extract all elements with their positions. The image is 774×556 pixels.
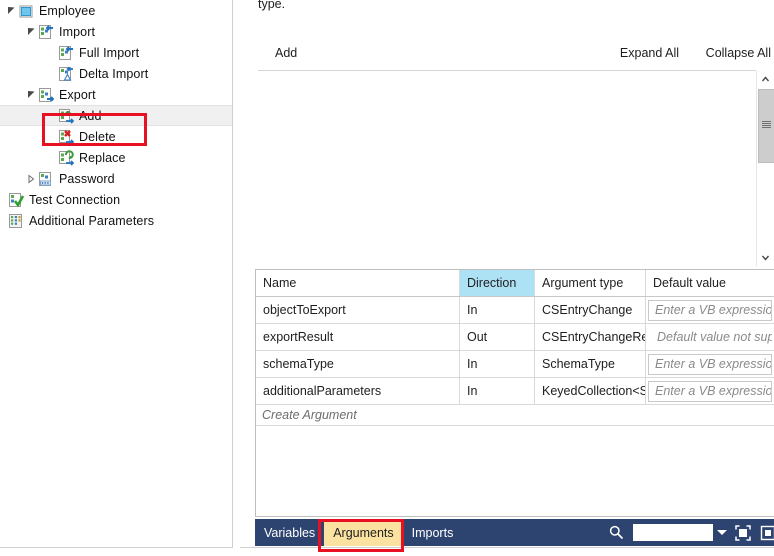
scroll-down-icon[interactable] [757, 249, 774, 266]
argument-name[interactable]: objectToExport [256, 297, 460, 323]
create-argument-row[interactable]: Create Argument [256, 405, 774, 426]
argument-name[interactable]: additionalParameters [256, 378, 460, 404]
argument-default-cell: Default value not suppor [646, 324, 774, 350]
argument-type[interactable]: KeyedCollection<S [535, 378, 646, 404]
argument-name[interactable]: exportResult [256, 324, 460, 350]
tree-item-label: Employee [39, 3, 96, 18]
tab-imports[interactable]: Imports [403, 519, 463, 546]
tab-arguments[interactable]: Arguments [324, 519, 403, 546]
full-import-icon [58, 45, 74, 61]
designer-bottom-tabbar[interactable]: Variables Arguments Imports [255, 519, 774, 546]
tree-item-import[interactable]: Import [0, 21, 232, 42]
argument-type[interactable]: CSEntryChange [535, 297, 646, 323]
default-value-input[interactable]: Enter a VB expression [648, 353, 772, 375]
add-link[interactable]: Add [275, 46, 297, 60]
column-header-argument-type[interactable]: Argument type [535, 270, 646, 296]
column-header-name[interactable]: Name [256, 270, 460, 296]
tree-item-delta-import[interactable]: Delta Import [0, 63, 232, 84]
tree-item-label: Import [59, 24, 96, 39]
tree-item-password[interactable]: Password [0, 168, 232, 189]
test-connection-icon [8, 192, 25, 208]
export-add-icon [58, 108, 75, 124]
tree-item-label: Password [59, 171, 115, 186]
argument-default-cell[interactable]: Enter a VB expression [646, 378, 774, 404]
tree-item-additional-parameters[interactable]: Additional Parameters [0, 210, 232, 231]
tree-item-export-add[interactable]: Add [0, 105, 232, 126]
column-header-default-value[interactable]: Default value [646, 270, 774, 296]
search-icon[interactable] [608, 524, 625, 541]
table-row[interactable]: objectToExport In CSEntryChange Enter a … [256, 297, 774, 324]
default-value-input[interactable]: Enter a VB expression [648, 380, 772, 402]
tree-item-label: Delete [79, 129, 116, 144]
arguments-grid[interactable]: Name Direction Argument type Default val… [255, 269, 774, 517]
grid-empty-space [256, 426, 774, 516]
tree-item-label: Delta Import [79, 66, 149, 81]
designer-toolbar: Add Expand All Collapse All [255, 46, 774, 70]
additional-params-icon [8, 213, 24, 229]
tree-item-test-connection[interactable]: Test Connection [0, 189, 232, 210]
export-icon [38, 87, 55, 103]
expander-collapsed-icon[interactable] [24, 168, 38, 189]
grid-header-row: Name Direction Argument type Default val… [256, 270, 774, 297]
description-text: type. [258, 0, 286, 11]
tree-item-employee[interactable]: Employee [0, 0, 232, 21]
tree-item-label: Add [79, 108, 102, 123]
table-row[interactable]: exportResult Out CSEntryChangeRes Defaul… [256, 324, 774, 351]
tree-item-export-replace[interactable]: Replace [0, 147, 232, 168]
argument-default-cell[interactable]: Enter a VB expression [646, 351, 774, 377]
object-square-icon [18, 3, 34, 19]
tree-item-label: Full Import [79, 45, 140, 60]
canvas-vertical-scrollbar[interactable] [756, 71, 774, 266]
tree-item-label: Additional Parameters [29, 213, 155, 228]
scrollbar-grip-icon [762, 121, 771, 128]
scrollbar-thumb[interactable] [758, 89, 774, 163]
tab-variables[interactable]: Variables [255, 519, 324, 546]
export-replace-icon [58, 149, 75, 166]
tree-item-label: Export [59, 87, 96, 102]
chevron-down-icon[interactable] [717, 530, 727, 535]
tree-item-full-import[interactable]: Full Import [0, 42, 232, 63]
expand-view-button[interactable] [734, 524, 752, 542]
tree-item-export[interactable]: Export [0, 84, 232, 105]
password-icon [38, 171, 54, 187]
expand-all-link[interactable]: Expand All [620, 46, 679, 60]
expander-expanded-icon[interactable] [24, 84, 38, 105]
workflow-tree-panel[interactable]: Employee Import Full Import Delta Import… [0, 0, 233, 548]
expander-expanded-icon[interactable] [24, 21, 38, 42]
search-input[interactable] [633, 524, 713, 541]
argument-type[interactable]: SchemaType [535, 351, 646, 377]
argument-type[interactable]: CSEntryChangeRes [535, 324, 646, 350]
default-value-input[interactable]: Enter a VB expression [648, 299, 772, 321]
export-delete-icon [58, 129, 75, 145]
window-bottom-strip [0, 548, 774, 556]
argument-direction[interactable]: In [460, 297, 535, 323]
workflow-canvas[interactable] [240, 71, 774, 266]
argument-name[interactable]: schemaType [256, 351, 460, 377]
collapse-all-link[interactable]: Collapse All [706, 46, 771, 60]
argument-direction[interactable]: In [460, 378, 535, 404]
import-icon [38, 24, 54, 40]
default-value-unsupported-text: Default value not suppor [651, 326, 772, 348]
argument-direction[interactable]: In [460, 351, 535, 377]
tree-item-export-delete[interactable]: Delete [0, 126, 232, 147]
tree-item-label: Test Connection [29, 192, 121, 207]
argument-direction[interactable]: Out [460, 324, 535, 350]
expander-expanded-icon[interactable] [4, 0, 18, 21]
scroll-up-icon[interactable] [757, 71, 774, 88]
argument-default-cell[interactable]: Enter a VB expression [646, 297, 774, 323]
restore-view-button[interactable] [759, 524, 774, 542]
delta-import-icon [58, 66, 74, 82]
column-header-direction[interactable]: Direction [460, 270, 535, 296]
table-row[interactable]: schemaType In SchemaType Enter a VB expr… [256, 351, 774, 378]
tree-item-label: Replace [79, 150, 126, 165]
table-row[interactable]: additionalParameters In KeyedCollection<… [256, 378, 774, 405]
